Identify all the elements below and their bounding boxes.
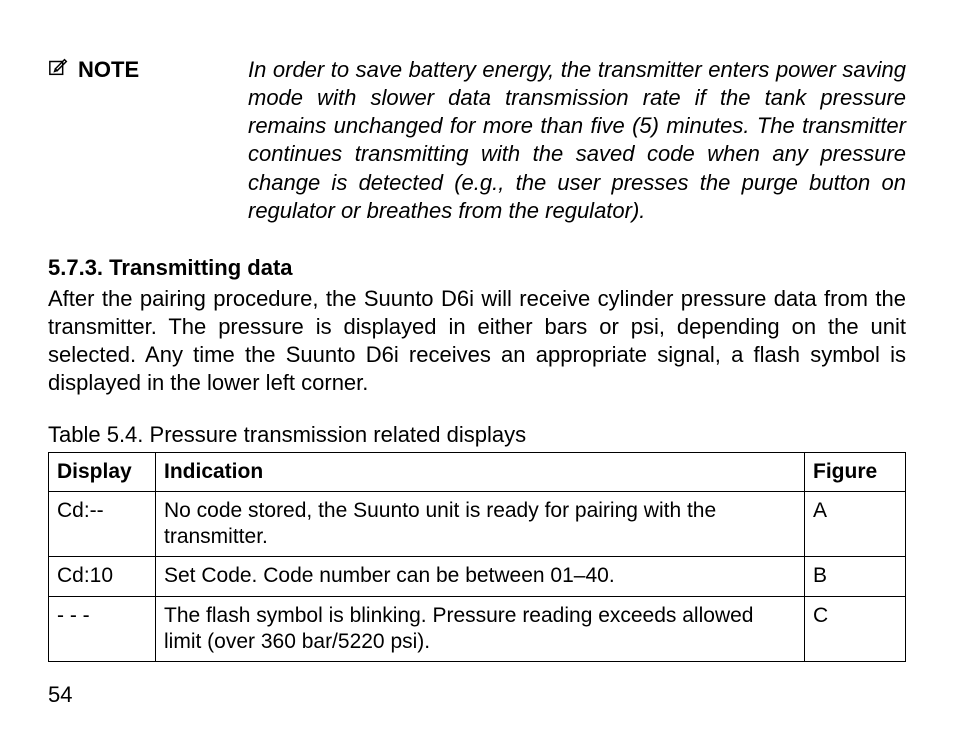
page-number: 54 (48, 682, 72, 708)
pressure-display-table: Display Indication Figure Cd:-- No code … (48, 452, 906, 663)
note-block: NOTE In order to save battery energy, th… (48, 56, 906, 225)
cell-display: - - - (49, 596, 156, 662)
section-heading: 5.7.3. Transmitting data (48, 255, 906, 281)
table-row: Cd:-- No code stored, the Suunto unit is… (49, 491, 906, 557)
note-body: In order to save battery energy, the tra… (248, 56, 906, 225)
cell-indication: No code stored, the Suunto unit is ready… (156, 491, 805, 557)
col-header-display: Display (49, 452, 156, 491)
cell-display: Cd:10 (49, 557, 156, 596)
table-caption: Table 5.4. Pressure transmission related… (48, 422, 906, 448)
table-row: - - - The flash symbol is blinking. Pres… (49, 596, 906, 662)
cell-figure: C (805, 596, 906, 662)
table-row: Cd:10 Set Code. Code number can be betwe… (49, 557, 906, 596)
col-header-indication: Indication (156, 452, 805, 491)
page: NOTE In order to save battery energy, th… (0, 0, 954, 756)
cell-figure: B (805, 557, 906, 596)
col-header-figure: Figure (805, 452, 906, 491)
table-header-row: Display Indication Figure (49, 452, 906, 491)
note-label: NOTE (78, 57, 139, 83)
hand-write-icon (48, 56, 70, 83)
cell-indication: The flash symbol is blinking. Pressure r… (156, 596, 805, 662)
cell-display: Cd:-- (49, 491, 156, 557)
cell-indication: Set Code. Code number can be between 01–… (156, 557, 805, 596)
section-paragraph: After the pairing procedure, the Suunto … (48, 285, 906, 398)
note-label-wrap: NOTE (48, 56, 248, 83)
cell-figure: A (805, 491, 906, 557)
